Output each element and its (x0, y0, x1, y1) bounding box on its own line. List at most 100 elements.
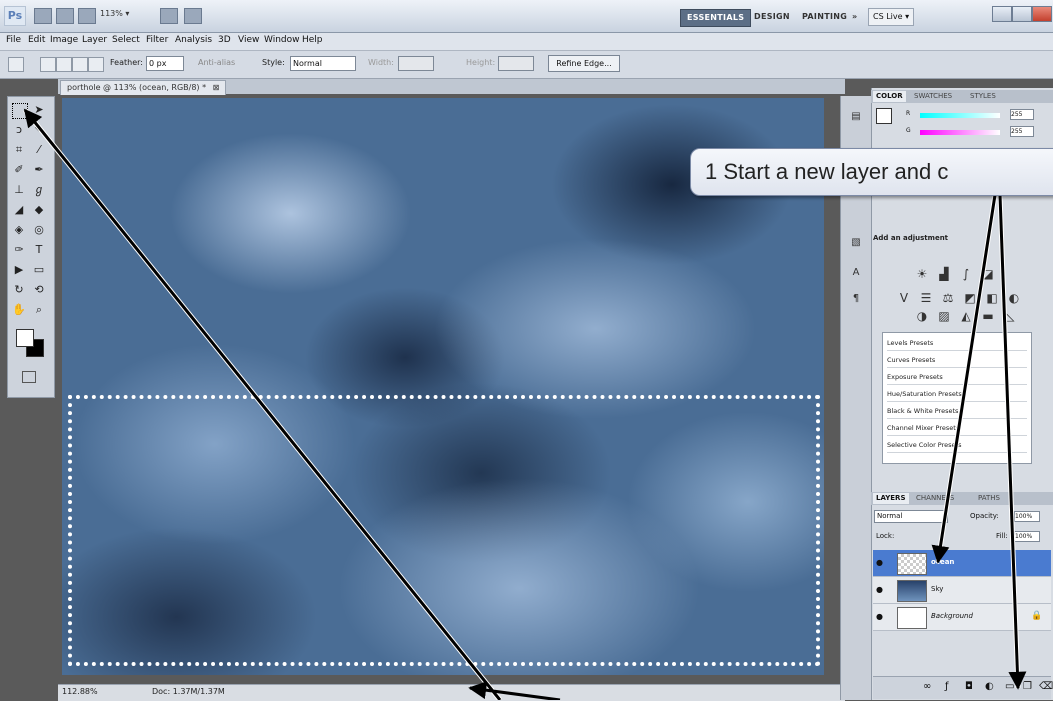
anti-alias-checkbox[interactable]: Anti-alias (198, 58, 235, 67)
eraser-tool-icon[interactable]: ◢ (12, 203, 26, 217)
opacity-input[interactable]: 100% (1014, 511, 1040, 522)
tab-swatches[interactable]: SWATCHES (911, 91, 955, 102)
height-input[interactable] (498, 56, 534, 71)
maximize-button[interactable] (1012, 6, 1032, 22)
history-brush-tool-icon[interactable]: ℊ (32, 183, 46, 197)
dodge-tool-icon[interactable]: ◎ (32, 223, 46, 237)
list-item[interactable]: Exposure Presets (887, 371, 1027, 385)
r-slider[interactable] (920, 113, 1000, 118)
type-tool-icon[interactable]: T (32, 243, 46, 257)
color-balance-icon[interactable]: ⚖ (940, 290, 956, 306)
minimize-button[interactable] (992, 6, 1012, 22)
quick-selection-tool-icon[interactable]: ✎ (32, 123, 46, 137)
new-adjustment-layer-icon[interactable]: ◐ (985, 681, 994, 692)
menu-analysis[interactable]: Analysis (175, 35, 212, 45)
3d-rotate-tool-icon[interactable]: ↻ (12, 283, 26, 297)
lasso-tool-icon[interactable]: ↄ (12, 123, 26, 137)
add-mask-icon[interactable]: ◘ (965, 681, 973, 692)
tab-layers[interactable]: LAYERS (873, 493, 909, 504)
menu-view[interactable]: View (238, 35, 259, 45)
arrange-documents-icon[interactable] (160, 8, 178, 24)
list-item[interactable]: Black & White Presets (887, 405, 1027, 419)
menu-edit[interactable]: Edit (28, 35, 45, 45)
workspace-design[interactable]: DESIGN (748, 9, 796, 25)
path-selection-tool-icon[interactable]: ▶ (12, 263, 26, 277)
menu-window[interactable]: Window (264, 35, 300, 45)
menu-layer[interactable]: Layer (82, 35, 107, 45)
status-zoom[interactable]: 112.88% (62, 687, 98, 696)
visibility-eye-icon[interactable]: ● (876, 558, 885, 567)
foreground-color-swatch[interactable] (16, 329, 34, 347)
link-layers-icon[interactable]: ∞ (923, 681, 931, 692)
selective-color-icon[interactable]: ◺ (1002, 308, 1018, 324)
g-value[interactable]: 255 (1010, 126, 1034, 137)
visibility-eye-icon[interactable]: ● (876, 585, 885, 594)
clone-stamp-tool-icon[interactable]: ⊥ (12, 183, 26, 197)
3d-orbit-tool-icon[interactable]: ⟲ (32, 283, 46, 297)
black-white-icon[interactable]: ◩ (962, 290, 978, 306)
character-panel-icon[interactable]: A (849, 266, 863, 280)
delete-layer-icon[interactable]: ⌫ (1039, 681, 1053, 692)
blend-mode-select[interactable]: Normal (874, 510, 948, 523)
curves-icon[interactable]: ∫ (958, 266, 974, 282)
more-workspaces-button[interactable]: » (846, 9, 863, 25)
view-extras-icon[interactable] (78, 8, 96, 24)
hue-saturation-icon[interactable]: ☰ (918, 290, 934, 306)
width-input[interactable] (398, 56, 434, 71)
rectangular-marquee-tool-icon[interactable] (12, 103, 28, 119)
list-item[interactable]: Curves Presets (887, 354, 1027, 368)
quick-mask-icon[interactable] (22, 371, 36, 383)
tab-channels[interactable]: CHANNELS (913, 493, 957, 504)
menu-image[interactable]: Image (50, 35, 78, 45)
gradient-tool-icon[interactable]: ◆ (32, 203, 46, 217)
style-select[interactable]: Normal (290, 56, 356, 71)
shape-tool-icon[interactable]: ▭ (32, 263, 46, 277)
exposure-icon[interactable]: ◪ (980, 266, 996, 282)
brush-tool-icon[interactable]: ✒ (32, 163, 46, 177)
new-layer-icon[interactable]: ❐ (1023, 681, 1032, 692)
visibility-eye-icon[interactable]: ● (876, 612, 885, 621)
move-tool-icon[interactable]: ➤ (32, 103, 46, 117)
color-panel-foreground[interactable] (876, 108, 892, 124)
menu-filter[interactable]: Filter (146, 35, 168, 45)
workspace-essentials[interactable]: ESSENTIALS (680, 9, 752, 27)
healing-brush-tool-icon[interactable]: ✐ (12, 163, 26, 177)
layer-comps-icon[interactable]: ▧ (849, 236, 863, 250)
threshold-icon[interactable]: ◭ (958, 308, 974, 324)
levels-icon[interactable]: ▟ (936, 266, 952, 282)
layer-row-sky[interactable]: ● Sky (873, 577, 1051, 604)
menu-help[interactable]: Help (302, 35, 323, 45)
crop-tool-icon[interactable]: ⌗ (12, 143, 26, 157)
fill-input[interactable]: 100% (1014, 531, 1040, 542)
fx-icon[interactable]: ƒ (945, 681, 949, 692)
hand-tool-icon[interactable]: ✋ (12, 303, 26, 317)
intersect-selection-icon[interactable] (88, 57, 104, 72)
feather-input[interactable]: 0 px (146, 56, 184, 71)
screen-mode-icon[interactable] (184, 8, 202, 24)
layer-row-background[interactable]: ● Background 🔒 (873, 604, 1051, 631)
photo-filter-icon[interactable]: ◧ (984, 290, 1000, 306)
eyedropper-tool-icon[interactable]: ⁄ (32, 143, 46, 157)
new-group-icon[interactable]: ▭ (1005, 681, 1014, 692)
invert-icon[interactable]: ◑ (914, 308, 930, 324)
cs-live-button[interactable]: CS Live ▾ (868, 8, 915, 26)
workspace-painting[interactable]: PAINTING (796, 9, 853, 25)
menu-file[interactable]: File (6, 35, 21, 45)
subtract-selection-icon[interactable] (72, 57, 88, 72)
blur-tool-icon[interactable]: ◈ (12, 223, 26, 237)
close-tab-icon[interactable]: ⊠ (213, 83, 220, 92)
marquee-preset-icon[interactable] (8, 57, 24, 72)
layer-row-ocean[interactable]: ● ocean (873, 550, 1051, 577)
g-slider[interactable] (920, 130, 1000, 135)
bridge-icon[interactable] (34, 8, 52, 24)
tab-paths[interactable]: PATHS (975, 493, 1003, 504)
paragraph-panel-icon[interactable]: ¶ (849, 292, 863, 306)
document-tab[interactable]: porthole @ 113% (ocean, RGB/8) * ⊠ (60, 80, 227, 95)
r-value[interactable]: 255 (1010, 109, 1034, 120)
add-to-selection-icon[interactable] (56, 57, 72, 72)
tab-styles[interactable]: STYLES (967, 91, 999, 102)
list-item[interactable]: Selective Color Presets (887, 439, 1027, 453)
pen-tool-icon[interactable]: ✑ (12, 243, 26, 257)
list-item[interactable]: Channel Mixer Presets (887, 422, 1027, 436)
history-panel-icon[interactable]: ▤ (849, 110, 863, 124)
